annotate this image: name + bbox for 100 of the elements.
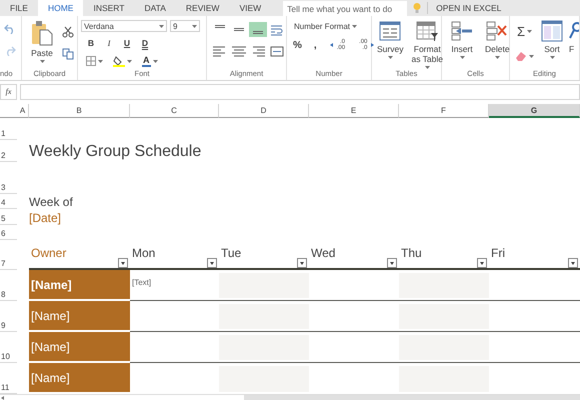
column-header[interactable]: E [309, 104, 399, 118]
sort-icon [541, 20, 563, 42]
owner-name-cell: [Name] [29, 332, 130, 363]
row-number[interactable]: 5 [0, 209, 17, 225]
form-icon [379, 20, 402, 42]
fill-color-icon [113, 55, 125, 67]
ribbon-tab[interactable]: FILE [0, 0, 38, 16]
font-size-dropdown[interactable]: 9 [170, 20, 200, 32]
row-number[interactable]: 1 [0, 118, 17, 140]
ribbon-tab[interactable]: HOME [38, 0, 84, 16]
caret-icon [424, 66, 430, 69]
caret-icon [40, 60, 44, 63]
survey-button[interactable]: Survey [374, 20, 406, 69]
row-number[interactable]: 10 [0, 332, 17, 363]
row-number[interactable]: 4 [0, 194, 17, 209]
merge-cells-icon [269, 44, 285, 58]
percent-style-button[interactable]: % [293, 40, 302, 50]
row-number[interactable]: 3 [0, 162, 17, 194]
arrow-right-icon [369, 43, 374, 47]
paste-button[interactable]: Paste [28, 20, 56, 69]
column-header[interactable]: C [130, 104, 219, 118]
open-in-excel-button[interactable]: OPEN IN EXCEL [428, 0, 510, 16]
filter-dropdown-button[interactable] [207, 258, 217, 268]
column-header[interactable]: D [219, 104, 309, 118]
row-number[interactable]: 7 [0, 240, 17, 270]
ribbon-tab[interactable]: DATA [134, 0, 176, 16]
scissors-icon [62, 26, 74, 38]
day-heading: Wed [311, 246, 336, 260]
filter-dropdown-button[interactable] [118, 258, 128, 268]
owner-name-cell: [Name] [29, 363, 130, 394]
caret-icon [388, 56, 393, 59]
border-icon [86, 56, 96, 66]
text-style-button[interactable]: B [85, 37, 97, 49]
delete-button[interactable]: Delete [482, 20, 513, 69]
arrow-left-icon [330, 43, 335, 47]
row-number[interactable]: 9 [0, 301, 17, 332]
scroll-left-icon[interactable] [0, 394, 6, 400]
text-style-button[interactable]: U [121, 37, 133, 49]
day-heading: Fri [491, 246, 505, 260]
caret-icon [460, 56, 464, 59]
caret-icon [529, 54, 534, 58]
caret-icon [159, 24, 164, 28]
copy-icon [62, 48, 74, 60]
lightbulb-icon [413, 2, 422, 14]
formula-input-field[interactable] [20, 84, 580, 100]
text-style-button[interactable]: D [139, 37, 151, 49]
alignment-button[interactable] [249, 22, 267, 37]
search-field[interactable]: Tell me what you want to do [283, 1, 408, 16]
text-style-button[interactable]: I [103, 37, 115, 49]
insert-cells-icon [451, 20, 473, 42]
filter-dropdown-button[interactable] [297, 258, 307, 268]
ribbon-tab[interactable]: REVIEW [176, 0, 230, 16]
cut-button[interactable] [62, 26, 74, 38]
week-label: Week of [29, 195, 74, 209]
caret-icon [192, 24, 197, 28]
filter-dropdown-button[interactable] [568, 258, 578, 268]
column-header[interactable]: B [29, 104, 130, 118]
table-format-icon [416, 20, 438, 42]
column-header[interactable]: A [17, 104, 29, 118]
day-heading: Mon [132, 246, 156, 260]
day-heading: Thu [401, 246, 422, 260]
autosum-button[interactable]: Σ [516, 23, 534, 40]
row-number[interactable]: 8 [0, 270, 17, 301]
sort-button[interactable]: Sort [538, 20, 566, 69]
align-left-icon [212, 44, 228, 58]
row-number[interactable]: 2 [0, 140, 17, 162]
align-right-icon [250, 44, 266, 58]
filter-dropdown-button[interactable] [387, 258, 397, 268]
filter-dropdown-button[interactable] [477, 258, 487, 268]
borders-button[interactable] [85, 55, 104, 67]
ribbon-tab[interactable]: VIEW [229, 0, 272, 16]
day-heading: Tue [221, 246, 242, 260]
comma-style-button[interactable]: , [314, 40, 317, 50]
caret-icon [550, 56, 554, 59]
row-number[interactable]: 11 [0, 363, 17, 394]
eraser-icon [515, 51, 527, 61]
scrollbar-thumb[interactable] [244, 395, 580, 400]
clear-button[interactable] [514, 50, 535, 62]
owner-heading: Owner [31, 246, 66, 260]
ribbon-tab[interactable]: INSERT [83, 0, 134, 16]
fill-color-button[interactable] [112, 54, 133, 68]
caret-icon [98, 60, 103, 62]
caret-icon [352, 25, 358, 28]
insert-function-button[interactable]: fx [0, 84, 17, 100]
row-number[interactable]: 6 [0, 225, 17, 240]
redo-icon [4, 46, 16, 56]
format-as-table-button[interactable]: Format as Table [408, 20, 446, 69]
copy-button[interactable] [62, 48, 74, 60]
insert-button[interactable]: Insert [448, 20, 476, 69]
caret-icon [527, 30, 532, 33]
owner-name-cell: [Name] [29, 301, 130, 332]
find-button[interactable]: F [569, 20, 579, 69]
font-color-button[interactable]: A [141, 54, 158, 68]
date-text: [Date] [29, 211, 62, 225]
font-name-dropdown[interactable]: Verdana [81, 20, 167, 32]
align-center-icon [231, 44, 247, 58]
owner-name-cell: [Name] [29, 270, 130, 301]
horizontal-scrollbar[interactable] [0, 394, 580, 400]
column-header[interactable]: G [489, 104, 580, 118]
number-format-dropdown[interactable]: Number Format [293, 21, 376, 32]
